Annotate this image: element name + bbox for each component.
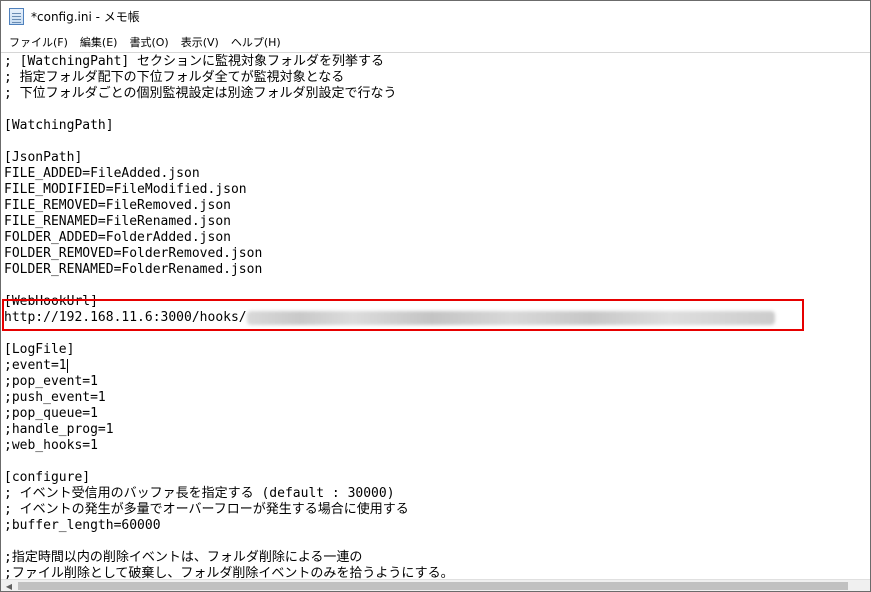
editor-line: [configure] xyxy=(4,470,91,485)
editor-line: ; [WatchingPaht] セクションに監視対象フォルダを列挙する xyxy=(4,54,385,69)
notepad-icon xyxy=(9,7,24,25)
editor-line: [LogFile] xyxy=(4,342,75,357)
editor-line: ;push_event=1 xyxy=(4,390,106,405)
menu-edit[interactable]: 編集(E) xyxy=(74,32,124,52)
editor-line: ; イベントの発生が多量でオーバーフローが発生する場合に使用する xyxy=(4,502,409,517)
menu-help[interactable]: ヘルプ(H) xyxy=(225,32,287,52)
menu-format[interactable]: 書式(O) xyxy=(123,32,174,52)
editor-line: FILE_RENAMED=FileRenamed.json xyxy=(4,214,231,229)
editor-line: ;buffer_length=60000 xyxy=(4,518,161,533)
menu-view[interactable]: 表示(V) xyxy=(175,32,225,52)
editor-line: ;web_hooks=1 xyxy=(4,438,98,453)
notepad-window: *config.ini - メモ帳 ファイル(F) 編集(E) 書式(O) 表示… xyxy=(0,0,871,592)
editor-line: FOLDER_REMOVED=FolderRemoved.json xyxy=(4,246,263,261)
title-bar: *config.ini - メモ帳 xyxy=(1,1,870,31)
editor-line: FILE_REMOVED=FileRemoved.json xyxy=(4,198,231,213)
editor-line: ;handle_prog=1 xyxy=(4,422,114,437)
editor-line: FILE_ADDED=FileAdded.json xyxy=(4,166,200,181)
editor-line: ; イベント受信用のバッファ長を指定する (default : 30000) xyxy=(4,486,395,501)
editor-line: ;指定時間以内の削除イベントは、フォルダ削除による一連の xyxy=(4,550,363,565)
editor-line: ;event=1 xyxy=(4,358,68,374)
menu-file[interactable]: ファイル(F) xyxy=(3,32,74,52)
editor-line: [WatchingPath] xyxy=(4,118,114,133)
horizontal-scrollbar[interactable]: ◀ xyxy=(1,579,870,591)
editor-line: ; 指定フォルダ配下の下位フォルダ全てが監視対象となる xyxy=(4,70,345,85)
editor-line: FOLDER_ADDED=FolderAdded.json xyxy=(4,230,231,245)
scroll-left-arrow-icon[interactable]: ◀ xyxy=(1,580,17,591)
editor-line: ;ファイル削除として破棄し、フォルダ削除イベントのみを拾うようにする。 xyxy=(4,566,454,579)
text-caret xyxy=(66,358,68,373)
editor-line: ;pop_queue=1 xyxy=(4,406,98,421)
editor-line: ;pop_event=1 xyxy=(4,374,98,389)
highlight-annotation-box xyxy=(2,299,804,331)
editor-line: ; 下位フォルダごとの個別監視設定は別途フォルダ別設定で行なう xyxy=(4,86,397,101)
menu-bar: ファイル(F) 編集(E) 書式(O) 表示(V) ヘルプ(H) xyxy=(1,31,870,52)
editor-line: FILE_MODIFIED=FileModified.json xyxy=(4,182,247,197)
editor-line: [JsonPath] xyxy=(4,150,83,165)
window-title: *config.ini - メモ帳 xyxy=(31,9,140,24)
editor-line-text: ;event=1 xyxy=(4,358,67,373)
editor-line: FOLDER_RENAMED=FolderRenamed.json xyxy=(4,262,263,277)
scrollbar-thumb[interactable] xyxy=(18,582,848,590)
